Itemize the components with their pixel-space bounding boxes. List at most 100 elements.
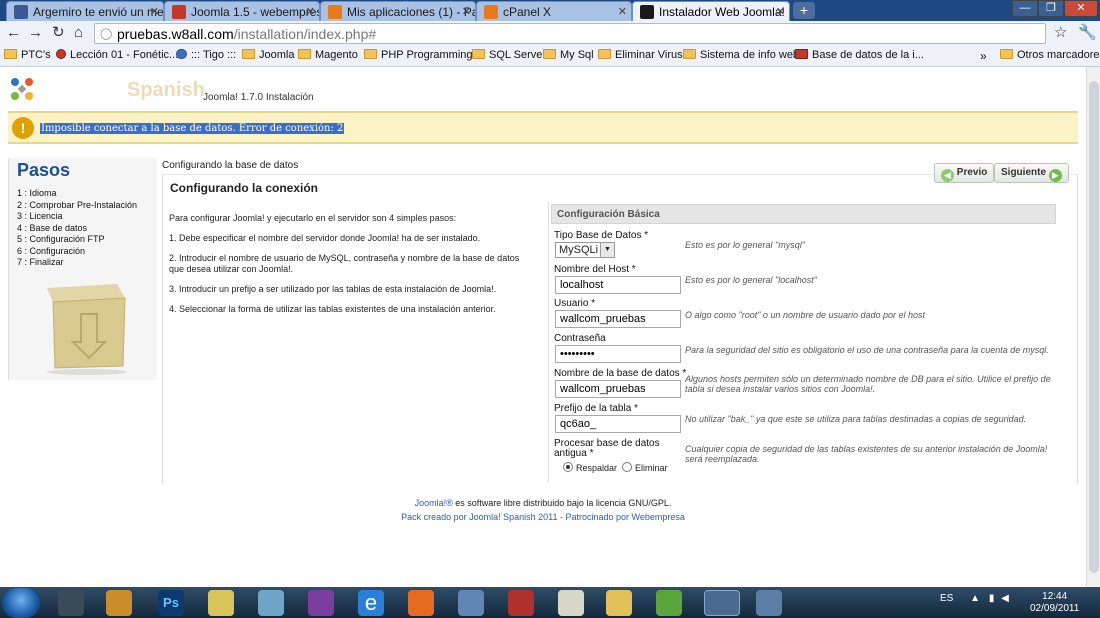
host-input[interactable]: localhost [555,276,681,294]
start-button[interactable] [2,588,40,618]
license-text: es software libre distribuido bajo la li… [452,498,672,508]
prefix-input[interactable]: qc6ao_ [555,415,681,433]
step-item: 7 : Finalizar [17,257,64,267]
password-input[interactable]: ••••••••• [555,345,681,363]
more-bookmarks-icon[interactable]: » [980,49,987,63]
clock[interactable]: 12:44 02/09/2011 [1030,591,1079,615]
close-icon[interactable]: ✕ [150,5,159,18]
config-title: Configuración Básica [551,204,1056,224]
steps-sidebar: Pasos 1 : Idioma 2 : Comprobar Pre-Insta… [8,158,156,380]
tab-joomla-webempresa[interactable]: Joomla 1.5 - webempresa.jc ✕ [164,1,320,21]
address-bar[interactable]: ◯ pruebas.w8all.com/installation/index.p… [94,23,1046,44]
tab-label: Instalador Web Joomla! [659,5,785,19]
tab-facebook[interactable]: Argemiro te envió un mens ✕ [6,1,164,21]
explorer-icon[interactable] [606,590,632,616]
joomla-link[interactable]: Joomla!® [415,498,453,508]
cpanel-icon [484,5,498,19]
password-label: Contraseña [554,333,606,344]
photoshop-icon[interactable]: Ps [158,590,184,616]
back-icon[interactable]: ← [6,25,21,41]
bookmark-sistema[interactable]: Sistema de info web [683,49,799,61]
tab-label: Joomla 1.5 - webempresa.jc [191,5,319,19]
wrench-icon[interactable]: 🔧 [1078,25,1097,41]
respaldar-label: Respaldar [576,463,618,473]
license-line: Joomla!® es software libre distribuido b… [0,492,1086,514]
firefox-icon[interactable] [408,590,434,616]
db-type-label: Tipo Base de Datos * [554,230,649,241]
forward-icon[interactable]: → [28,25,43,41]
tab-instalador-joomla[interactable]: Instalador Web Joomla! ✕ [632,1,790,22]
old-db-options: Respaldar Eliminar [563,462,668,473]
spanish-watermark: Spanish [127,79,205,101]
bookmark-leccion[interactable]: Lección 01 - Fonétic... [56,49,178,61]
show-hidden-icon[interactable]: ▲ [970,593,980,604]
media-player-icon[interactable] [106,590,132,616]
yahoo-messenger-icon[interactable] [308,590,334,616]
tab-mis-aplicaciones[interactable]: Mis aplicaciones (1) - Packs ✕ [320,1,476,21]
editor-icon[interactable] [258,590,284,616]
taskbar: Ps e ES ▲ ▮ ◀ 12:44 02/09/2011 [0,587,1100,618]
new-tab-button[interactable]: + [793,2,815,19]
bookmark-mysql[interactable]: My Sql [543,49,594,61]
bookmark-php[interactable]: PHP Programming [364,49,473,61]
notepad-icon[interactable] [558,590,584,616]
close-icon[interactable]: ✕ [776,5,785,18]
radio-respaldar[interactable] [563,462,573,472]
folder-icon [683,49,696,59]
warning-icon: ! [12,117,34,139]
scrollbar-thumb[interactable] [1089,81,1099,573]
package-icon[interactable] [756,590,782,616]
home-icon[interactable]: ⌂ [74,25,83,41]
bookmark-eliminar-virus[interactable]: Eliminar Virus [598,49,683,61]
close-window-button[interactable]: ✕ [1064,0,1098,17]
minimize-button[interactable]: — [1012,0,1038,17]
language-indicator[interactable]: ES [940,593,953,604]
media-icon[interactable] [58,590,84,616]
bookmark-base-datos[interactable]: Base de datos de la i... [795,49,924,61]
bookmark-ptcs[interactable]: PTC's [4,49,51,61]
volume-icon[interactable]: ◀ [1001,593,1009,604]
tab-cpanel[interactable]: cPanel X ✕ [476,1,632,21]
pack-credit[interactable]: Pack creado por Joomla! Spanish 2011 - P… [0,513,1086,522]
user-input[interactable]: wallcom_pruebas [555,310,681,328]
bookmark-sqlserver[interactable]: SQL Server [472,49,546,61]
system-tray: ES ▲ ▮ ◀ [940,593,1009,604]
step-item: 3 : Licencia [17,211,63,221]
radio-eliminar[interactable] [622,462,633,472]
signal-icon[interactable]: ▮ [989,593,995,604]
close-icon[interactable]: ✕ [618,5,627,18]
reload-icon[interactable]: ↻ [52,25,65,41]
globe-icon [176,49,187,59]
page-icon: ◯ [100,28,113,40]
bookmark-joomla[interactable]: Joomla [242,49,294,61]
install-box-icon [47,284,127,375]
filezilla-icon[interactable] [508,590,534,616]
config-panel: Configuración Básica Tipo Base de Datos … [548,202,1058,482]
internet-explorer-icon[interactable]: e [358,590,384,616]
bookmark-magento[interactable]: Magento [298,49,358,61]
maximize-button[interactable]: ❐ [1038,0,1064,17]
next-button[interactable]: Siguiente ▶ [994,163,1069,183]
host-hint: Esto es por lo general "localhost" [685,275,817,285]
scrollbar[interactable] [1086,67,1100,587]
db-type-select[interactable]: MySQLi ▼ [555,242,615,258]
db-name-hint: Algunos hosts permiten sólo un determina… [685,374,1051,394]
network-icon[interactable] [656,590,682,616]
previous-button[interactable]: ◀ Previo [934,163,995,183]
virtualbox-icon[interactable] [458,590,484,616]
step-item: 2 : Comprobar Pre-Instalación [17,199,138,210]
browser-tab-strip: Argemiro te envió un mens ✕ Joomla 1.5 -… [0,0,1100,22]
tab-label: Argemiro te envió un mens [33,5,164,19]
old-db-hint: Cualquier copia de seguridad de las tabl… [685,444,1048,464]
db-name-input[interactable]: wallcom_pruebas [555,380,681,398]
star-icon[interactable]: ☆ [1054,25,1067,41]
eliminar-label: Eliminar [635,463,668,473]
bookmark-icon [795,49,808,59]
notes-icon[interactable] [208,590,234,616]
bookmark-tigo[interactable]: ::: Tigo ::: [176,49,236,61]
close-icon[interactable]: ✕ [462,5,471,18]
close-icon[interactable]: ✕ [306,5,315,18]
chrome-icon[interactable] [704,590,740,616]
bookmark-otros[interactable]: Otros marcadores [1000,49,1100,61]
host-label: Nombre del Host * [554,264,636,275]
